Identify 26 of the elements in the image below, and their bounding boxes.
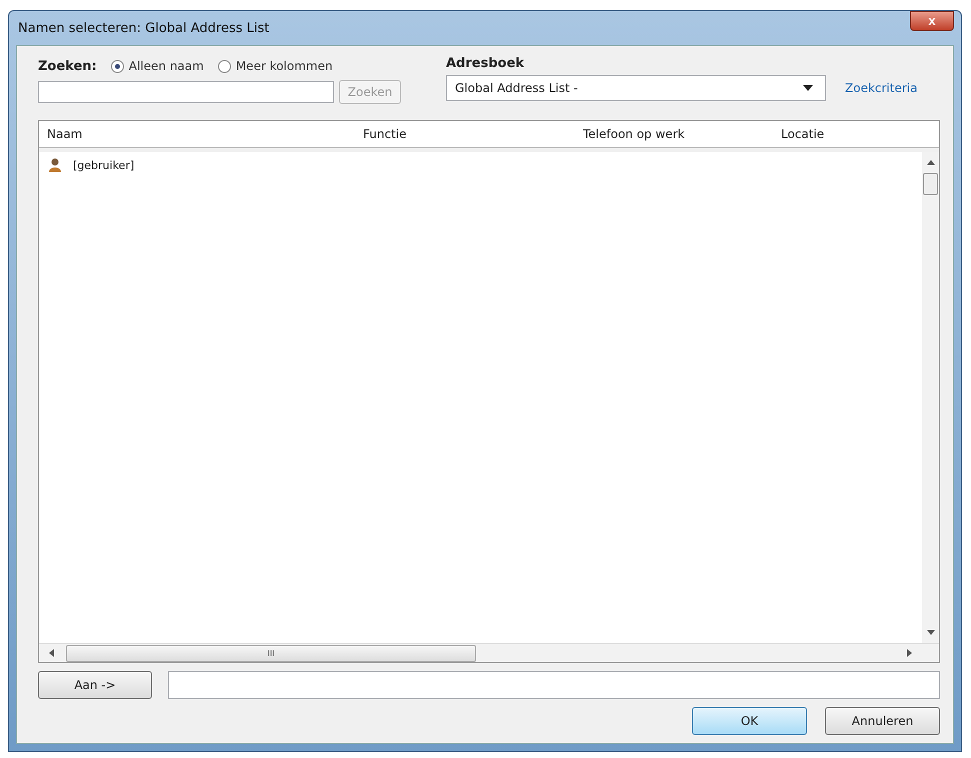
contact-name[interactable]: [gebruiker] [73, 158, 134, 172]
recipients-field[interactable] [168, 671, 940, 699]
dialog-button[interactable]: Annuleren [825, 707, 940, 735]
column-header[interactable]: Locatie [773, 127, 939, 141]
scroll-thumb[interactable] [923, 173, 938, 195]
dialog-button[interactable]: OK [692, 707, 807, 735]
column-header[interactable]: Telefoon op werk [575, 127, 773, 141]
close-button[interactable]: x [910, 11, 954, 31]
column-header[interactable]: Naam [39, 127, 355, 141]
address-book-dropdown[interactable]: Global Address List - [446, 75, 826, 101]
address-book-label: Adresboek [446, 56, 526, 71]
scroll-down-icon[interactable] [926, 630, 934, 635]
horizontal-scrollbar[interactable]: III [39, 643, 939, 662]
window-title: Namen selecteren: Global Address List [17, 20, 270, 36]
user-icon [49, 158, 61, 172]
column-header[interactable]: Functie [355, 127, 575, 141]
to-button[interactable]: Aan -> [38, 671, 152, 699]
vertical-scrollbar[interactable] [922, 152, 939, 643]
scroll-right-icon[interactable] [907, 649, 912, 657]
search-criteria-link[interactable]: Zoekcriteria [845, 81, 918, 95]
search-label: Zoeken: [38, 58, 97, 74]
scroll-up-icon[interactable] [926, 160, 934, 165]
dropdown-icon [803, 85, 813, 91]
scroll-thumb[interactable]: III [66, 644, 476, 662]
scroll-left-icon[interactable] [49, 649, 54, 657]
search-field[interactable] [38, 81, 334, 103]
